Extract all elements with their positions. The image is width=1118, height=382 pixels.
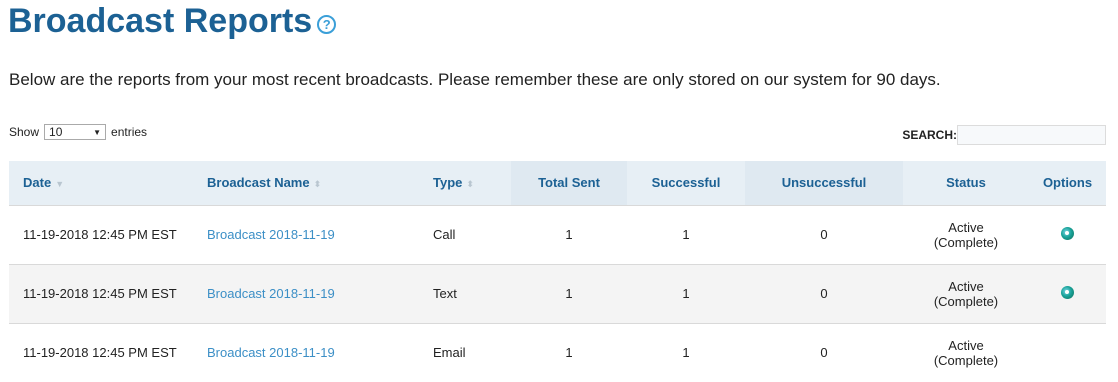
report-globe-icon[interactable] <box>1061 285 1074 299</box>
cell-broadcast-name: Broadcast 2018-11-19 <box>193 205 419 264</box>
column-header-total-sent: Total Sent <box>511 161 627 205</box>
cell-successful: 1 <box>682 286 690 301</box>
sort-desc-icon: ▼ <box>55 179 65 190</box>
cell-successful: 1 <box>682 345 690 361</box>
column-header-successful: Successful <box>651 175 721 191</box>
entries-select-value: 10 <box>49 125 63 139</box>
sort-icon: ⬍ <box>313 179 322 190</box>
cell-status: Active (Complete) <box>903 323 1029 382</box>
status-detail: (Complete) <box>933 234 999 250</box>
sort-icon: ⬍ <box>466 179 474 190</box>
column-header-status: Status <box>946 175 986 191</box>
search-input[interactable] <box>957 125 1106 145</box>
cell-broadcast-name: Broadcast 2018-11-19 <box>193 264 419 323</box>
entries-label: entries <box>111 125 148 139</box>
column-header-type[interactable]: Type ⬍ <box>419 161 511 205</box>
report-globe-icon[interactable] <box>1061 226 1074 240</box>
table-header-row: Date ▼ Broadcast Name ⬍ Type ⬍ Total Sent S… <box>9 161 1106 205</box>
show-label: Show <box>9 125 40 139</box>
column-header-date[interactable]: Date ▼ <box>9 161 193 205</box>
cell-type: Text <box>433 286 457 301</box>
broadcast-link[interactable]: Broadcast 2018-11-19 <box>207 286 335 301</box>
chevron-down-icon: ▼ <box>93 128 102 137</box>
cell-successful: 1 <box>682 227 690 242</box>
cell-status: Active (Complete) <box>903 264 1029 323</box>
cell-broadcast-name: Broadcast 2018-11-19 <box>193 323 419 382</box>
cell-unsuccessful: 0 <box>820 345 828 361</box>
status-detail: (Complete) <box>933 352 999 368</box>
cell-unsuccessful: 0 <box>820 227 828 242</box>
intro-text: Below are the reports from your most rec… <box>9 70 941 89</box>
table-row: 11-19-2018 12:45 PM EST Broadcast 2018-1… <box>9 205 1106 264</box>
status-line: Active <box>948 278 984 294</box>
column-header-options: Options <box>1042 175 1093 191</box>
cell-options <box>1029 323 1106 382</box>
cell-type: Call <box>433 227 456 242</box>
question-circle-icon[interactable]: ? <box>317 15 337 34</box>
cell-total-sent: 1 <box>565 286 573 301</box>
cell-total-sent: 1 <box>565 345 573 361</box>
entries-select[interactable]: 10 ▼ <box>44 124 107 140</box>
broadcast-link[interactable]: Broadcast 2018-11-19 <box>207 227 335 242</box>
search-control: SEARCH: <box>902 125 1106 145</box>
column-header-unsuccessful: Unsuccessful <box>745 161 903 205</box>
search-label: SEARCH: <box>902 128 957 142</box>
status-detail: (Complete) <box>933 293 999 309</box>
entries-control: Show 10 ▼ entries <box>9 124 147 140</box>
cell-date: 11-19-2018 12:45 PM EST <box>23 227 177 242</box>
cell-type: Email <box>433 345 466 361</box>
cell-date: 11-19-2018 12:45 PM EST <box>23 345 177 361</box>
cell-total-sent: 1 <box>565 227 573 242</box>
table-row: 11-19-2018 12:45 PM EST Broadcast 2018-1… <box>9 264 1106 323</box>
page-title: Broadcast Reports ? <box>8 2 337 41</box>
cell-options <box>1029 205 1106 264</box>
cell-date: 11-19-2018 12:45 PM EST <box>23 286 177 301</box>
status-line: Active <box>948 337 984 353</box>
cell-status: Active (Complete) <box>903 205 1029 264</box>
page-title-text: Broadcast Reports <box>8 2 313 40</box>
cell-options <box>1029 264 1106 323</box>
broadcast-link[interactable]: Broadcast 2018-11-19 <box>207 345 335 360</box>
status-line: Active <box>948 219 984 235</box>
cell-unsuccessful: 0 <box>820 286 828 301</box>
column-header-broadcast-name[interactable]: Broadcast Name ⬍ <box>193 161 419 205</box>
reports-table: Date ▼ Broadcast Name ⬍ Type ⬍ Total Sent S… <box>9 161 1106 382</box>
table-row: 11-19-2018 12:45 PM EST Broadcast 2018-1… <box>9 323 1106 382</box>
